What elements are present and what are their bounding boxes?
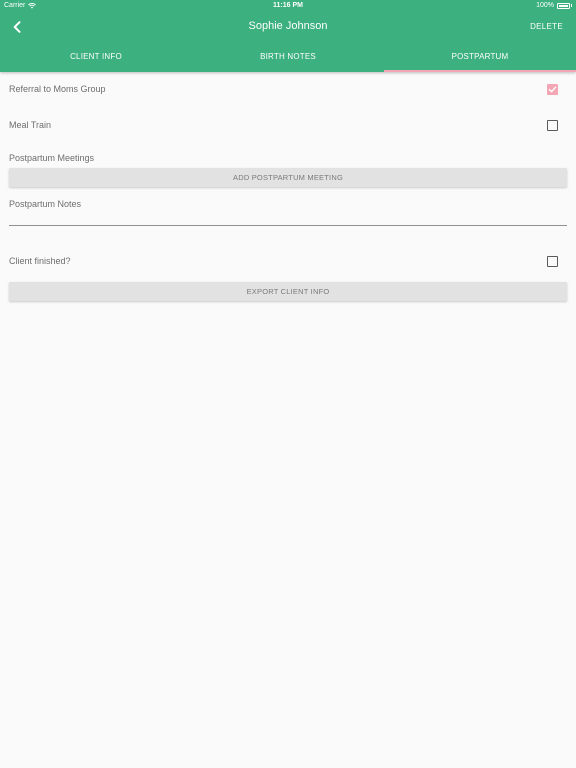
- tab-bar: CLIENT INFO BIRTH NOTES POSTPARTUM: [0, 44, 576, 72]
- tab-birth-notes[interactable]: BIRTH NOTES: [192, 44, 384, 72]
- checkmark-icon: [548, 86, 557, 93]
- postpartum-notes-input[interactable]: [9, 210, 567, 226]
- add-postpartum-meeting-button[interactable]: ADD POSTPARTUM MEETING: [9, 168, 567, 187]
- tab-postpartum[interactable]: POSTPARTUM: [384, 44, 576, 72]
- page-title: Sophie Johnson: [248, 20, 328, 32]
- export-client-info-button[interactable]: EXPORT CLIENT INFO: [9, 282, 567, 301]
- battery-percent: 100%: [536, 2, 554, 9]
- postpartum-meetings-label: Postpartum Meetings: [9, 153, 95, 163]
- meal-train-label: Meal Train: [9, 120, 52, 130]
- client-finished-checkbox[interactable]: [547, 256, 558, 267]
- meal-train-checkbox[interactable]: [547, 120, 558, 131]
- battery-icon: [557, 2, 570, 9]
- postpartum-notes-label: Postpartum Notes: [9, 199, 82, 209]
- app-header: Carrier 11:16 PM 100% Sophie Johnson DEL…: [0, 0, 576, 72]
- tab-client-info[interactable]: CLIENT INFO: [0, 44, 192, 72]
- nav-bar: Sophie Johnson DELETE: [0, 12, 576, 42]
- referral-label: Referral to Moms Group: [9, 84, 106, 94]
- delete-button[interactable]: DELETE: [530, 22, 563, 31]
- referral-checkbox[interactable]: [547, 84, 558, 95]
- status-battery: 100%: [536, 2, 572, 9]
- client-finished-label: Client finished?: [9, 256, 71, 266]
- status-time: 11:16 PM: [273, 2, 303, 9]
- status-bar: Carrier 11:16 PM 100%: [0, 0, 576, 12]
